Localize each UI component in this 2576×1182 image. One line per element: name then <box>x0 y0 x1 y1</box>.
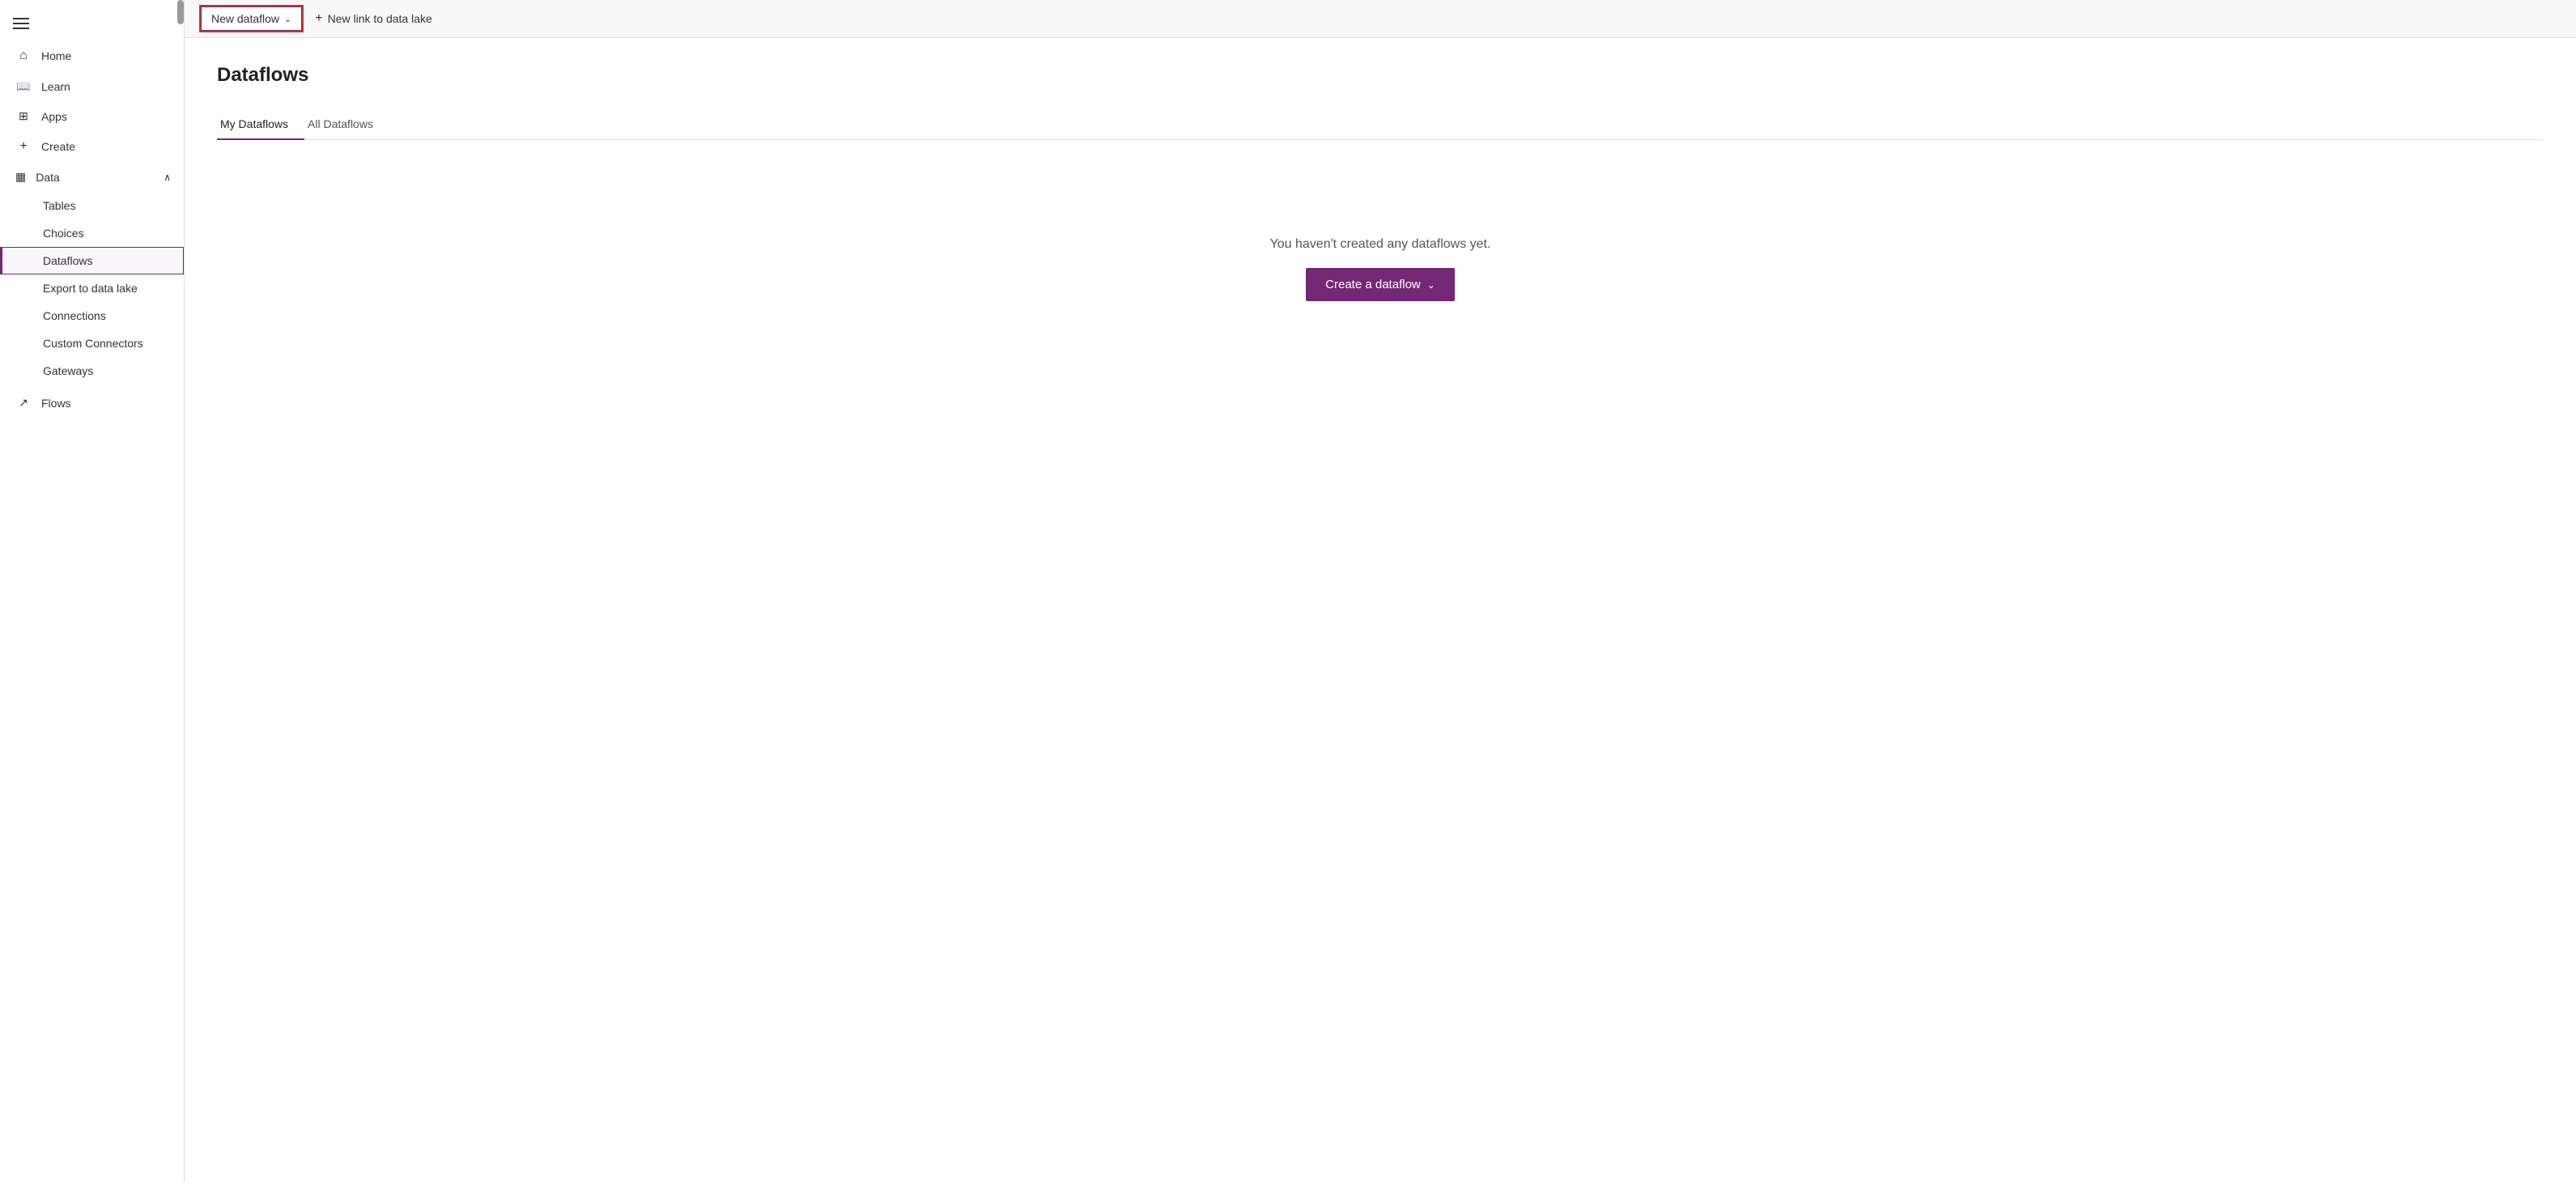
sidebar-item-learn[interactable]: 📖 Learn <box>0 71 184 101</box>
sidebar-item-apps[interactable]: ⊞ Apps <box>0 101 184 131</box>
sidebar-item-flows[interactable]: ↗ Flows <box>0 388 184 418</box>
tabs-container: My Dataflows All Dataflows <box>217 109 2544 140</box>
sidebar-sub-item-custom-connectors[interactable]: Custom Connectors <box>0 330 184 357</box>
tab-my-dataflows[interactable]: My Dataflows <box>217 109 304 140</box>
sidebar-item-learn-label: Learn <box>41 80 70 93</box>
tab-all-dataflows[interactable]: All Dataflows <box>304 109 389 140</box>
empty-state: You haven't created any dataflows yet. C… <box>217 172 2544 366</box>
sidebar-item-create[interactable]: + Create <box>0 131 184 162</box>
new-link-button[interactable]: + New link to data lake <box>302 6 445 31</box>
create-icon: + <box>15 139 32 154</box>
page-content: Dataflows My Dataflows All Dataflows You… <box>185 38 2576 1182</box>
sidebar-item-data-label: Data <box>36 171 60 184</box>
flows-icon: ↗ <box>15 396 32 410</box>
sidebar-item-home-label: Home <box>41 49 71 62</box>
new-link-label: New link to data lake <box>328 12 432 25</box>
sidebar-sub-item-export-to-data-lake[interactable]: Export to data lake <box>0 274 184 302</box>
sidebar-item-home[interactable]: ⌂ Home <box>0 40 184 71</box>
sidebar-sub-item-dataflows[interactable]: Dataflows <box>0 247 184 274</box>
home-icon: ⌂ <box>15 49 32 63</box>
sidebar-sub-item-tables[interactable]: Tables <box>0 192 184 219</box>
empty-state-text: You haven't created any dataflows yet. <box>1270 237 1491 252</box>
sidebar-item-flows-label: Flows <box>41 397 71 410</box>
page-title: Dataflows <box>217 64 2544 87</box>
new-dataflow-chevron-icon: ⌄ <box>284 14 291 24</box>
learn-icon: 📖 <box>15 79 32 93</box>
create-dataflow-chevron-icon: ⌄ <box>1427 279 1435 291</box>
sidebar-sub-item-connections[interactable]: Connections <box>0 302 184 330</box>
create-dataflow-label: Create a dataflow <box>1325 278 1421 291</box>
sidebar-item-apps-label: Apps <box>41 110 67 123</box>
sidebar-sub-item-choices[interactable]: Choices <box>0 219 184 247</box>
new-dataflow-button[interactable]: New dataflow ⌄ <box>201 6 302 31</box>
apps-icon: ⊞ <box>15 109 32 123</box>
hamburger-menu[interactable] <box>0 0 184 40</box>
scrollbar-thumb[interactable] <box>177 0 184 24</box>
sidebar: ⌂ Home 📖 Learn ⊞ Apps + Create ▦ Data ∧ … <box>0 0 185 1182</box>
new-dataflow-label: New dataflow <box>211 12 279 25</box>
data-icon: ▦ <box>15 170 26 184</box>
sidebar-sub-item-gateways[interactable]: Gateways <box>0 357 184 385</box>
main-area: New dataflow ⌄ + New link to data lake D… <box>185 0 2576 1182</box>
toolbar: New dataflow ⌄ + New link to data lake <box>185 0 2576 38</box>
data-chevron-icon: ∧ <box>164 172 171 183</box>
sidebar-item-create-label: Create <box>41 140 75 153</box>
new-link-plus-icon: + <box>315 11 322 26</box>
create-dataflow-button[interactable]: Create a dataflow ⌄ <box>1306 268 1455 301</box>
sidebar-item-data[interactable]: ▦ Data ∧ <box>0 162 184 192</box>
